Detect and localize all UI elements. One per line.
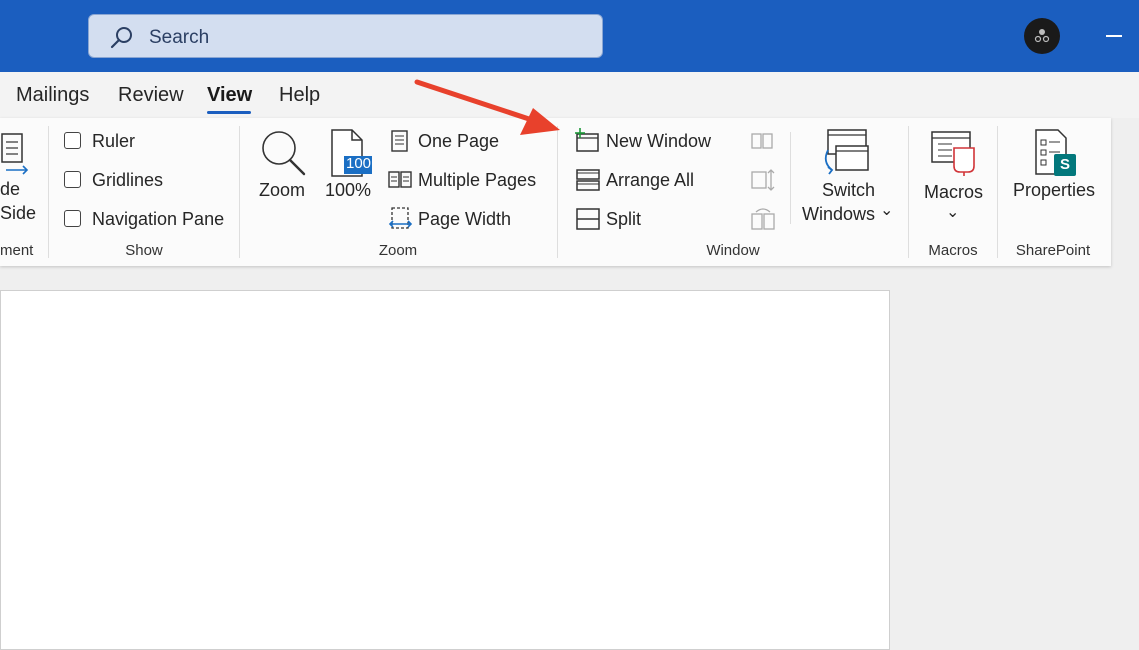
group-divider <box>908 126 909 258</box>
side-to-side-label-1[interactable]: de <box>0 179 20 200</box>
navigation-pane-checkbox[interactable] <box>64 210 81 227</box>
group-divider <box>239 126 240 258</box>
group-divider <box>48 126 49 258</box>
properties-icon <box>1035 129 1076 176</box>
group-label-show: Show <box>125 242 163 259</box>
ribbon-view: de Side ment Ruler Gridlines Navigation … <box>0 118 1111 266</box>
switch-windows-icon <box>824 129 869 175</box>
macros-icon <box>931 131 975 176</box>
tab-mailings[interactable]: Mailings <box>16 84 89 107</box>
switch-windows-label-1: Switch <box>822 180 876 200</box>
group-label-sharepoint: SharePoint <box>1015 242 1091 259</box>
macros-label: Macros <box>924 182 984 202</box>
ribbon-tabs: Mailings Review View Help <box>0 72 1139 118</box>
zoom-100-badge: 100 <box>346 155 372 172</box>
group-label-cutoff: ment <box>0 242 34 259</box>
chevron-down-icon: ⌄ <box>946 204 960 221</box>
group-divider <box>997 126 998 258</box>
minimize-button[interactable] <box>1106 35 1122 37</box>
active-tab-indicator <box>207 111 251 114</box>
search-placeholder: Search <box>149 27 210 48</box>
ruler-checkbox[interactable] <box>64 132 81 149</box>
group-label-zoom: Zoom <box>378 242 418 259</box>
tab-view[interactable]: View <box>207 84 252 107</box>
arrange-all-icon <box>576 169 600 191</box>
ruler-label[interactable]: Ruler <box>92 131 135 152</box>
search-box[interactable]: Search <box>88 14 603 58</box>
properties-label: Properties <box>1013 180 1096 200</box>
navigation-pane-label[interactable]: Navigation Pane <box>92 209 224 230</box>
multiple-pages-button[interactable]: Multiple Pages <box>418 170 536 191</box>
group-divider <box>557 126 558 258</box>
title-bar: Search <box>0 0 1139 72</box>
one-page-button[interactable]: One Page <box>418 131 499 152</box>
sharepoint-badge: S <box>1060 156 1071 173</box>
avatar[interactable] <box>1024 18 1060 54</box>
document-page[interactable] <box>0 290 890 650</box>
split-button[interactable]: Split <box>606 209 641 230</box>
side-to-side-label-2[interactable]: Side <box>0 203 36 224</box>
group-label-window: Window <box>706 242 760 259</box>
zoom-100-label: 100% <box>325 180 372 200</box>
synchronous-scrolling-icon <box>751 169 775 191</box>
one-page-icon <box>391 130 408 152</box>
new-window-icon <box>575 128 599 152</box>
account-icon <box>1034 29 1050 43</box>
switch-windows-label-2: Windows <box>802 204 876 224</box>
magnifier-icon <box>262 131 306 176</box>
gridlines-label[interactable]: Gridlines <box>92 170 163 191</box>
new-window-button[interactable]: New Window <box>606 131 711 152</box>
search-icon <box>110 27 132 49</box>
page-width-button[interactable]: Page Width <box>418 209 511 230</box>
tab-help[interactable]: Help <box>279 84 320 107</box>
chevron-down-icon: ⌄ <box>880 202 894 219</box>
arrange-all-button[interactable]: Arrange All <box>606 170 694 191</box>
view-side-by-side-icon <box>751 133 773 149</box>
multiple-pages-icon <box>388 171 412 188</box>
group-label-macros: Macros <box>928 242 978 259</box>
reset-window-position-icon <box>751 208 775 230</box>
page-width-icon <box>388 207 413 229</box>
split-icon <box>576 208 600 230</box>
tab-review[interactable]: Review <box>118 84 184 107</box>
divider <box>790 132 791 224</box>
zoom-label: Zoom <box>259 180 306 200</box>
gridlines-checkbox[interactable] <box>64 171 81 188</box>
